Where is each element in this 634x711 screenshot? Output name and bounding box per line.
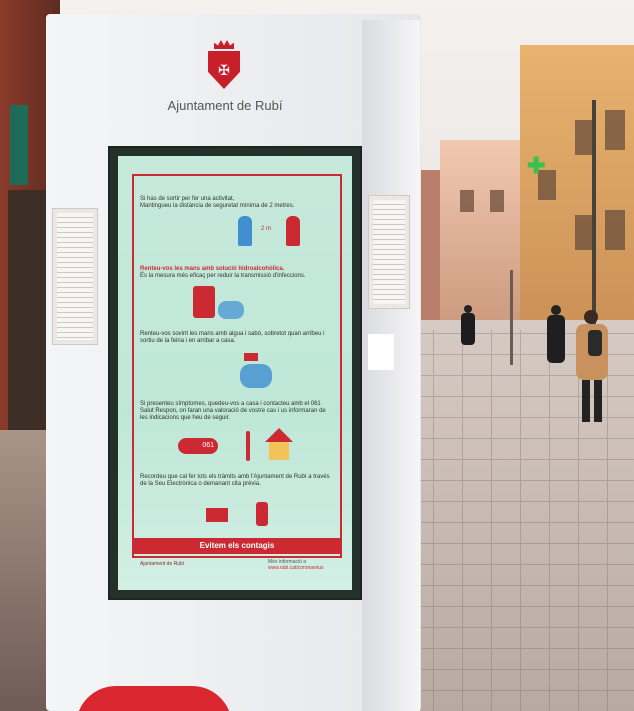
covid-poster: Si has de sortir per fer una activitat, …	[118, 156, 352, 590]
kiosk-red-base	[76, 686, 232, 711]
building-window	[575, 120, 593, 155]
mobile-phone-icon	[256, 502, 268, 526]
pedestrian	[572, 310, 612, 425]
crest-icon: ✠	[206, 40, 242, 92]
left-building-sign	[10, 105, 28, 185]
thermometer-icon	[246, 431, 250, 461]
tree	[510, 270, 513, 365]
posted-paper	[368, 195, 410, 309]
person-icon	[238, 216, 252, 246]
posted-notice	[368, 334, 394, 370]
poster-footer-org: Ajuntament de Rubí	[140, 561, 185, 567]
street-scene: ✚ ✠ Ajuntament de Rubí Si has de sortir …	[0, 0, 634, 711]
poster-intro: Si has de sortir per fer una activitat, …	[140, 196, 295, 209]
digital-screen: Si has de sortir per fer una activitat, …	[108, 146, 362, 600]
pedestrian	[545, 305, 567, 365]
procedures-text: Recordeu que cal fer tots els tràmits am…	[140, 474, 330, 487]
posted-paper	[52, 208, 98, 345]
symptoms-text: Si presenteu símptomes, quedeu-vos a cas…	[140, 401, 326, 421]
pharmacy-cross-icon: ✚	[527, 153, 546, 178]
building-window	[460, 190, 474, 212]
sanitizer-icon	[193, 286, 215, 318]
distance-label: 2 m	[261, 226, 272, 232]
org-name: Ajuntament de Rubí	[167, 98, 283, 113]
poster-frame	[132, 174, 342, 558]
home-icon	[265, 428, 293, 462]
building-window	[490, 190, 504, 212]
building-window	[605, 110, 625, 150]
hands-icon	[218, 301, 244, 319]
building-window	[605, 210, 625, 250]
building-near	[520, 45, 634, 355]
envelope-icon	[206, 508, 228, 522]
washing-hands-icon	[240, 364, 272, 388]
building-window	[575, 215, 593, 250]
poster-footer-info: Més informació a www.rubi.cat/coronaviru…	[268, 559, 324, 571]
soap-text: Renteu-vos sovint les mans amb aigua i s…	[140, 331, 325, 344]
pedestrian	[460, 305, 476, 345]
poster-banner: Evitem els contagis	[132, 538, 342, 554]
hands-text: Renteu-vos les mans amb solució hidroalc…	[140, 266, 306, 279]
person-icon	[286, 216, 300, 246]
building-middle	[440, 140, 530, 340]
tap-icon	[244, 353, 258, 361]
phone-icon: 061	[178, 438, 218, 454]
